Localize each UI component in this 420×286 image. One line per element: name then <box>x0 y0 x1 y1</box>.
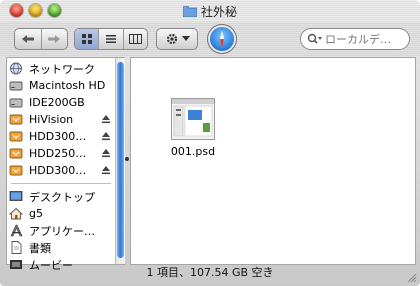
eject-icon[interactable] <box>101 114 111 124</box>
icon-view-icon <box>81 34 92 44</box>
firewire-drive-icon <box>9 130 23 143</box>
sidebar-item-device[interactable]: IDE200GB <box>9 94 113 111</box>
forward-arrow-icon <box>48 35 61 43</box>
scrollbar-thumb[interactable] <box>117 62 124 258</box>
sidebar-item-label: ネットワーク <box>29 62 95 76</box>
file-name: 001.psd <box>170 145 216 158</box>
back-forward-control <box>14 28 68 50</box>
column-view-button[interactable] <box>124 29 147 49</box>
status-bar: 1 項目、107.54 GB 空き <box>0 264 420 286</box>
hard-drive-icon <box>9 96 23 109</box>
resize-grip-icon[interactable] <box>406 272 417 283</box>
sidebar-item-device[interactable]: HDD300… <box>9 128 113 145</box>
toolbar <box>0 22 420 56</box>
eject-icon[interactable] <box>101 165 111 175</box>
title-bar[interactable]: 社外秘 <box>0 0 420 22</box>
sidebar-item-place[interactable]: 書類 <box>9 239 113 256</box>
sidebar-item-device[interactable]: HDD300… <box>9 162 113 179</box>
icon-view-button[interactable] <box>75 29 100 49</box>
sidebar-item-device[interactable]: ネットワーク <box>9 60 113 77</box>
sidebar-separator <box>11 183 111 184</box>
list-view-icon <box>105 35 116 43</box>
sidebar-item-label: デスクトップ <box>29 190 95 204</box>
splitter-handle-icon <box>125 157 129 161</box>
search-icon <box>307 33 322 44</box>
sidebar-item-label: HDD250… <box>29 147 87 160</box>
file-item[interactable]: 001.psd <box>167 98 219 158</box>
applications-icon <box>9 224 23 237</box>
sidebar-item-label: IDE200GB <box>29 96 85 109</box>
compass-needle-icon <box>220 30 224 48</box>
firewire-drive-icon <box>9 147 23 160</box>
sidebar-item-place[interactable]: g5 <box>8 205 113 222</box>
action-menu-button[interactable] <box>156 28 198 50</box>
sidebar-item-label: g5 <box>29 207 43 220</box>
sidebar-item-place[interactable]: デスクトップ <box>9 188 113 205</box>
sidebar-item-label: Macintosh HD <box>29 79 106 92</box>
sidebar-item-label: HDD300… <box>29 130 87 143</box>
sidebar-item-label: HDD300… <box>29 164 87 177</box>
back-button[interactable] <box>15 29 42 49</box>
desktop-icon <box>9 190 23 203</box>
safari-icon[interactable] <box>208 25 236 53</box>
sidebar-item-label: アプリケー… <box>29 224 95 238</box>
psd-thumbnail-icon <box>171 98 215 140</box>
back-arrow-icon <box>21 35 34 43</box>
search-input[interactable] <box>325 32 405 46</box>
finder-window: 社外秘 ローカルデ… ネットワーク Macintosh HD IDE200GB … <box>0 0 420 286</box>
view-mode-control <box>74 28 148 50</box>
sidebar-item-device[interactable]: HDD250… <box>9 145 113 162</box>
gear-icon <box>166 33 177 45</box>
status-text: 1 項目、107.54 GB 空き <box>146 266 274 279</box>
folder-icon <box>182 6 197 17</box>
sidebar-item-place[interactable]: アプリケー… <box>9 222 113 239</box>
documents-icon <box>9 241 23 254</box>
chevron-down-icon <box>181 36 190 41</box>
eject-icon[interactable] <box>101 131 111 141</box>
firewire-drive-icon <box>9 113 23 126</box>
firewire-drive-icon <box>9 164 23 177</box>
list-view-button[interactable] <box>99 29 124 49</box>
eject-icon[interactable] <box>101 148 111 158</box>
network-globe-icon <box>9 62 23 75</box>
hard-drive-icon <box>9 79 23 92</box>
sidebar-item-device[interactable]: Macintosh HD <box>9 77 113 94</box>
window-title: 社外秘 <box>0 3 420 20</box>
sidebar: ネットワーク Macintosh HD IDE200GB HiVision HDD300… <box>6 57 125 272</box>
sidebar-item-label: HiVision <box>29 113 74 126</box>
sidebar-item-device[interactable]: HiVision <box>9 111 113 128</box>
forward-button[interactable] <box>42 29 68 49</box>
window-title-text: 社外秘 <box>200 5 237 19</box>
file-browser-area[interactable]: 001.psd <box>130 57 416 265</box>
search-field[interactable] <box>300 28 410 50</box>
sidebar-item-label: 書類 <box>29 241 51 255</box>
home-icon <box>8 207 24 220</box>
column-view-icon <box>128 34 142 44</box>
